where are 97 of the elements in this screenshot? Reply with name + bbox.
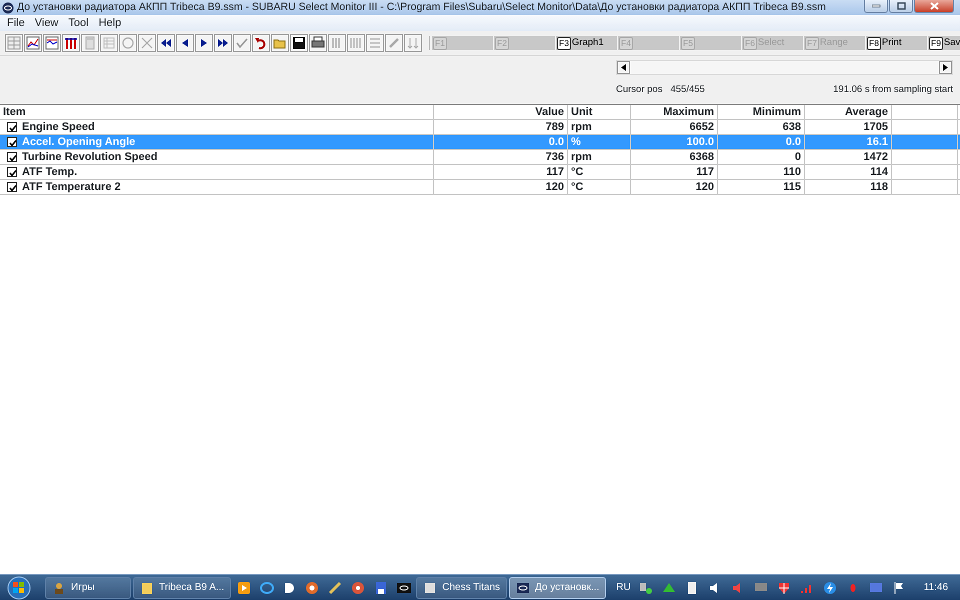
rewind-button[interactable] bbox=[157, 34, 175, 52]
checkbox[interactable] bbox=[7, 182, 17, 192]
grid-icon bbox=[101, 35, 117, 51]
table-cell: rpm bbox=[568, 120, 631, 134]
table-cell: 789 bbox=[434, 120, 568, 134]
table-cell: 120 bbox=[434, 180, 568, 194]
function-key-button[interactable]: F9 Sav bbox=[928, 36, 960, 50]
table-cell: 0.0 bbox=[718, 135, 805, 149]
start-button[interactable] bbox=[5, 576, 33, 600]
language-indicator[interactable]: RU bbox=[616, 580, 631, 595]
checkbox[interactable] bbox=[7, 167, 17, 177]
table-cell: 117 bbox=[434, 165, 568, 179]
table-cell: 120 bbox=[631, 180, 718, 194]
item-name: ATF Temp. bbox=[22, 165, 78, 179]
left-arrow-icon bbox=[620, 64, 626, 71]
table-cell: rpm bbox=[568, 150, 631, 164]
maximize-icon bbox=[896, 2, 906, 10]
item-name: Engine Speed bbox=[22, 120, 95, 134]
undo-button[interactable] bbox=[252, 34, 270, 52]
table-cell: 16.1 bbox=[805, 135, 892, 149]
table-cell: 114 bbox=[805, 165, 892, 179]
save-button[interactable] bbox=[290, 34, 308, 52]
table-row[interactable]: ATF Temperature 2 120 °C 120 115 118 bbox=[0, 180, 960, 195]
taskbar-button[interactable]: Tribeca B9 A... bbox=[133, 576, 232, 598]
table-cell: 1472 bbox=[805, 150, 892, 164]
checkbox[interactable] bbox=[7, 137, 17, 147]
bars-button[interactable] bbox=[62, 34, 80, 52]
table-cell: 117 bbox=[631, 165, 718, 179]
tool-icon[interactable] bbox=[327, 580, 344, 596]
function-key-button[interactable]: F8 Print bbox=[866, 36, 927, 50]
printer-button[interactable] bbox=[309, 34, 327, 52]
function-key-button[interactable]: F3 Graph1 bbox=[556, 36, 617, 50]
item-name: Accel. Opening Angle bbox=[22, 135, 136, 149]
taskbar-button[interactable]: Chess Titans bbox=[416, 576, 508, 598]
browser-icon[interactable] bbox=[258, 580, 275, 596]
chart-button[interactable] bbox=[24, 34, 42, 52]
bars-icon bbox=[63, 35, 79, 51]
back-button[interactable] bbox=[176, 34, 194, 52]
folder-icon bbox=[140, 580, 154, 594]
table-cell: 6652 bbox=[631, 120, 718, 134]
table-cell: 6368 bbox=[631, 150, 718, 164]
close-button[interactable] bbox=[914, 0, 954, 13]
scroll-left-button[interactable] bbox=[617, 61, 630, 74]
table-cell: 0.0 bbox=[434, 135, 568, 149]
menu-item[interactable]: View bbox=[30, 15, 64, 31]
table-cell: 115 bbox=[718, 180, 805, 194]
cross-icon bbox=[139, 35, 155, 51]
chart-icon bbox=[44, 35, 60, 51]
table-icon bbox=[6, 35, 22, 51]
chess-piece-icon bbox=[52, 580, 66, 594]
chart-icon bbox=[25, 35, 41, 51]
minimize-icon bbox=[872, 4, 880, 8]
table-cell: 638 bbox=[718, 120, 805, 134]
cursor-value: 455/455 bbox=[670, 83, 705, 97]
table-cell: 100.0 bbox=[631, 135, 718, 149]
table-cell: 118 bbox=[805, 180, 892, 194]
table-cell: °C bbox=[568, 180, 631, 194]
table-cell: 736 bbox=[434, 150, 568, 164]
table-cell: 110 bbox=[718, 165, 805, 179]
maximize-button[interactable] bbox=[889, 0, 913, 13]
scroll-bar[interactable] bbox=[616, 60, 953, 75]
sampling-time: 191.06 s from sampling start bbox=[833, 83, 953, 97]
minimize-button[interactable] bbox=[864, 0, 888, 13]
app-icon bbox=[516, 580, 530, 594]
app-icon bbox=[2, 2, 14, 14]
menu-item[interactable]: Help bbox=[94, 15, 126, 31]
check-button[interactable] bbox=[233, 34, 251, 52]
taskbar-button[interactable]: До установк... bbox=[509, 576, 606, 598]
close-icon bbox=[930, 2, 938, 10]
menu-item[interactable]: File bbox=[2, 15, 30, 31]
checkbox[interactable] bbox=[7, 152, 17, 162]
chart-button[interactable] bbox=[43, 34, 61, 52]
clock[interactable]: 11:46 bbox=[924, 580, 948, 595]
media-player-icon[interactable] bbox=[236, 580, 252, 596]
sort-icon bbox=[405, 35, 421, 51]
right-arrow-icon bbox=[942, 64, 948, 71]
cursor-label: Cursor pos bbox=[616, 83, 662, 97]
lightning-icon[interactable] bbox=[822, 580, 838, 596]
play-button[interactable] bbox=[195, 34, 213, 52]
fast-forward-button[interactable] bbox=[214, 34, 232, 52]
table-row[interactable]: Turbine Revolution Speed 736 rpm 6368 0 1472 bbox=[0, 150, 960, 165]
checkbox[interactable] bbox=[7, 122, 17, 132]
scroll-right-button[interactable] bbox=[939, 61, 952, 74]
item-name: ATF Temperature 2 bbox=[22, 180, 121, 194]
taskbar-button[interactable]: Игры bbox=[45, 576, 131, 598]
save-icon bbox=[291, 35, 307, 51]
table-cell: °C bbox=[568, 165, 631, 179]
table-cell: 0 bbox=[718, 150, 805, 164]
folder-button[interactable] bbox=[271, 34, 289, 52]
table-row[interactable]: ATF Temp. 117 °C 117 110 114 bbox=[0, 165, 960, 180]
circle-icon bbox=[120, 35, 136, 51]
item-name: Turbine Revolution Speed bbox=[22, 150, 158, 164]
table-cell: % bbox=[568, 135, 631, 149]
menu-item[interactable]: Tool bbox=[63, 15, 94, 31]
window-title: До установки радиатора АКПП Tribeca B9.ssm - SUBARU Select Monitor III - C:\Program Files\Subaru\Select Monitor\Data\До установки радиатора АКПП Tribeca B9.ssm bbox=[17, 0, 827, 15]
table-cell: 1705 bbox=[805, 120, 892, 134]
disc-icon[interactable] bbox=[350, 580, 366, 596]
